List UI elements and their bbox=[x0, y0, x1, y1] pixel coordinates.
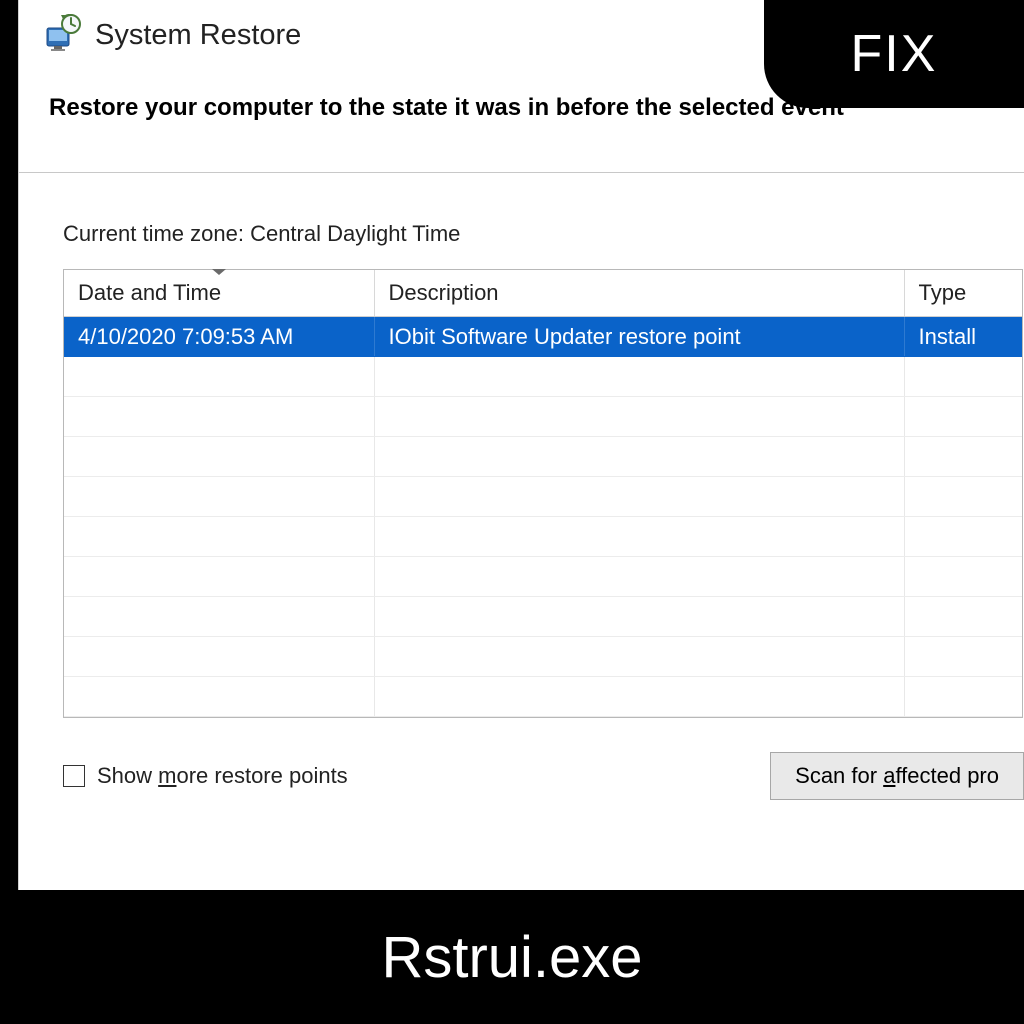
cell-empty bbox=[904, 397, 1022, 437]
column-header-type-label: Type bbox=[919, 280, 967, 305]
cell-empty bbox=[904, 637, 1022, 677]
content-area: Current time zone: Central Daylight Time… bbox=[19, 173, 1024, 800]
show-more-checkbox[interactable]: Show more restore points bbox=[63, 763, 348, 789]
cell-empty bbox=[374, 557, 904, 597]
restore-points-table: Date and Time Description Type bbox=[63, 269, 1023, 718]
cell-description: IObit Software Updater restore point bbox=[374, 317, 904, 357]
column-header-description[interactable]: Description bbox=[374, 270, 904, 317]
cell-empty bbox=[904, 437, 1022, 477]
cell-empty bbox=[374, 357, 904, 397]
cell-empty bbox=[904, 517, 1022, 557]
cell-empty bbox=[64, 517, 374, 557]
cell-empty bbox=[64, 477, 374, 517]
cell-empty bbox=[904, 597, 1022, 637]
timezone-label: Current time zone: Central Daylight Time bbox=[63, 221, 1024, 247]
cell-empty bbox=[64, 597, 374, 637]
sort-chevron-down-icon bbox=[212, 269, 226, 275]
table-row[interactable] bbox=[64, 677, 1022, 717]
footer-row: Show more restore points Scan for affect… bbox=[63, 752, 1024, 800]
column-header-date-label: Date and Time bbox=[78, 280, 221, 305]
table-row[interactable] bbox=[64, 637, 1022, 677]
window-title: System Restore bbox=[95, 19, 301, 52]
table-row[interactable] bbox=[64, 517, 1022, 557]
system-restore-icon bbox=[43, 14, 81, 57]
cell-empty bbox=[374, 397, 904, 437]
table-row[interactable] bbox=[64, 557, 1022, 597]
cell-empty bbox=[64, 677, 374, 717]
system-restore-window: System Restore Restore your computer to … bbox=[18, 0, 1024, 890]
cell-empty bbox=[904, 557, 1022, 597]
cell-empty bbox=[374, 437, 904, 477]
column-header-type[interactable]: Type bbox=[904, 270, 1022, 317]
scan-affected-button[interactable]: Scan for affected pro bbox=[770, 752, 1024, 800]
cell-empty bbox=[374, 517, 904, 557]
fix-badge: FIX bbox=[764, 0, 1024, 108]
caption-label: Rstrui.exe bbox=[0, 890, 1024, 1024]
cell-empty bbox=[374, 677, 904, 717]
table-row[interactable] bbox=[64, 477, 1022, 517]
table-row[interactable] bbox=[64, 597, 1022, 637]
table-row[interactable] bbox=[64, 397, 1022, 437]
cell-empty bbox=[374, 477, 904, 517]
cell-empty bbox=[904, 357, 1022, 397]
cell-empty bbox=[904, 477, 1022, 517]
cell-date: 4/10/2020 7:09:53 AM bbox=[64, 317, 374, 357]
cell-empty bbox=[374, 597, 904, 637]
checkbox-icon bbox=[63, 765, 85, 787]
column-header-date[interactable]: Date and Time bbox=[64, 270, 374, 317]
table-row[interactable]: 4/10/2020 7:09:53 AMIObit Software Updat… bbox=[64, 317, 1022, 357]
cell-empty bbox=[904, 677, 1022, 717]
cell-empty bbox=[64, 397, 374, 437]
table-row[interactable] bbox=[64, 437, 1022, 477]
table-row[interactable] bbox=[64, 357, 1022, 397]
cell-type: Install bbox=[904, 317, 1022, 357]
column-header-description-label: Description bbox=[389, 280, 499, 305]
show-more-label: Show more restore points bbox=[97, 763, 348, 789]
cell-empty bbox=[374, 637, 904, 677]
cell-empty bbox=[64, 357, 374, 397]
cell-empty bbox=[64, 557, 374, 597]
cell-empty bbox=[64, 437, 374, 477]
cell-empty bbox=[64, 637, 374, 677]
